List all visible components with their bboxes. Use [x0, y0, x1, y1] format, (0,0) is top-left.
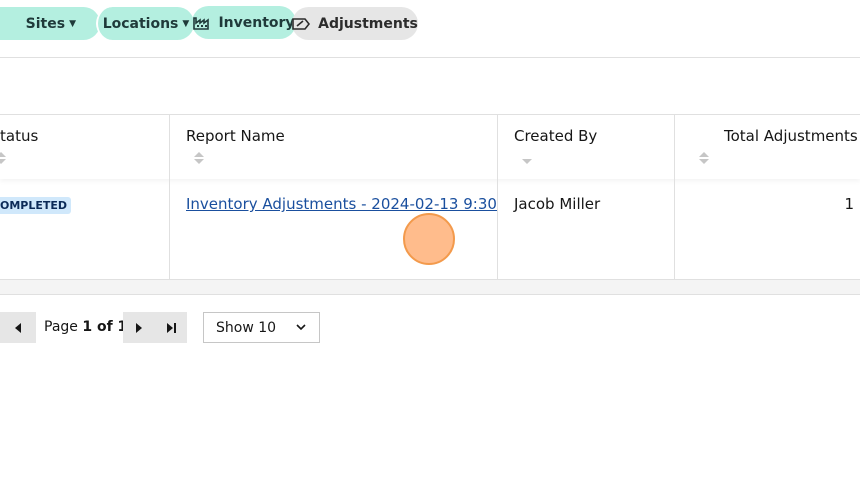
column-header-status[interactable]: tatus: [0, 127, 38, 145]
breadcrumb-inventory-label: Inventory: [218, 14, 295, 31]
breadcrumb-sites-label: Sites: [25, 15, 66, 32]
sort-descending-icon[interactable]: [522, 152, 532, 164]
breadcrumb-locations-label: Locations: [102, 15, 179, 32]
chevron-down-icon: [296, 324, 306, 331]
page-prefix: Page: [44, 319, 83, 335]
caret-down-icon: ▼: [69, 18, 76, 29]
page-size-select[interactable]: Show 10: [203, 312, 320, 343]
breadcrumb-inventory[interactable]: Inventory: [192, 6, 296, 39]
column-divider: [674, 115, 675, 279]
skip-forward-icon: [166, 322, 176, 333]
column-divider: [169, 115, 170, 279]
column-header-report-name[interactable]: Report Name: [186, 127, 285, 145]
column-header-total-adjustments[interactable]: Total Adjustments: [724, 127, 858, 145]
column-header-created-by[interactable]: Created By: [514, 127, 597, 145]
caret-right-icon: [136, 322, 142, 333]
caret-left-icon: [15, 322, 21, 333]
adjustment-icon: [292, 17, 311, 30]
status-badge: OMPLETED: [0, 197, 72, 214]
previous-page-button[interactable]: [0, 312, 36, 343]
created-by-cell: Jacob Miller: [514, 195, 601, 213]
caret-down-icon: ▼: [182, 18, 190, 29]
total-adjustments-cell: 1: [844, 195, 854, 213]
last-page-button[interactable]: [155, 312, 187, 343]
factory-icon: [193, 17, 210, 30]
report-name-cell: Inventory Adjustments - 2024-02-13 9:30 …: [186, 195, 497, 213]
table-footer-band: [0, 280, 860, 295]
sort-icon[interactable]: [194, 152, 204, 164]
page-size-value: Show 10: [216, 319, 277, 336]
breadcrumb-sites[interactable]: Sites ▼: [0, 7, 100, 40]
page-indicator: Page 1 of 1: [44, 319, 127, 335]
sort-icon[interactable]: [0, 152, 6, 164]
table-header-row: [0, 115, 860, 179]
breadcrumb-adjustments-label: Adjustments: [318, 15, 418, 32]
report-name-link[interactable]: Inventory Adjustments - 2024-02-13 9:30 …: [186, 195, 497, 213]
next-page-button[interactable]: [123, 312, 155, 343]
breadcrumb: Sites ▼ Locations ▼ Inventory Adjustment…: [0, 0, 860, 58]
cursor-indicator: [403, 213, 455, 265]
page-count: 1 of 1: [82, 319, 128, 335]
breadcrumb-adjustments[interactable]: Adjustments: [292, 7, 418, 40]
sort-icon[interactable]: [699, 152, 709, 164]
column-divider: [497, 115, 498, 279]
breadcrumb-locations[interactable]: Locations ▼: [96, 7, 194, 40]
